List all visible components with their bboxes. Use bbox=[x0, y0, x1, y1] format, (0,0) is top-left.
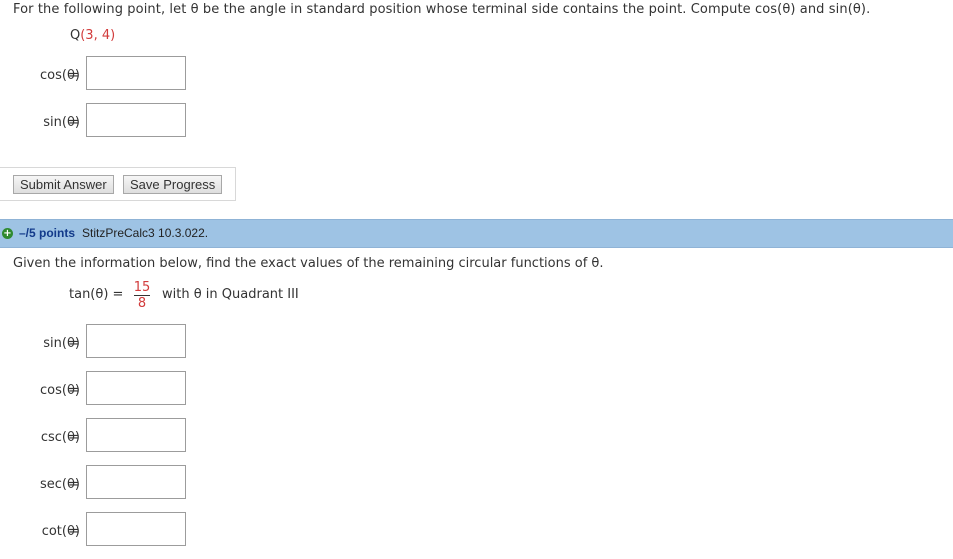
plus-circle-icon[interactable]: + bbox=[2, 228, 13, 239]
tan-expression: tan(θ) = bbox=[69, 287, 123, 302]
point-coordinates: (3, 4) bbox=[80, 28, 116, 43]
save-progress-button[interactable]: Save Progress bbox=[123, 175, 223, 194]
equals-sign: = bbox=[68, 68, 79, 83]
equals-sign: = bbox=[68, 336, 79, 351]
sin-answer-input[interactable] bbox=[86, 324, 186, 358]
question-prompt: Given the information below, find the ex… bbox=[13, 256, 604, 271]
fraction-denominator: 8 bbox=[137, 296, 147, 311]
cot-answer-input[interactable] bbox=[86, 512, 186, 546]
equals-sign: = bbox=[68, 115, 79, 130]
quadrant-text: with θ in Quadrant III bbox=[162, 287, 299, 302]
cos-answer-input[interactable] bbox=[86, 56, 186, 90]
equals-sign: = bbox=[68, 477, 79, 492]
sin-answer-input[interactable] bbox=[86, 103, 186, 137]
tan-fraction: 15 8 bbox=[133, 280, 151, 311]
fraction-numerator: 15 bbox=[133, 280, 151, 295]
equals-sign: = bbox=[68, 383, 79, 398]
csc-answer-input[interactable] bbox=[86, 418, 186, 452]
equals-sign: = bbox=[112, 287, 124, 302]
question-reference: StitzPreCalc3 10.3.022. bbox=[82, 226, 209, 240]
cos-answer-input[interactable] bbox=[86, 371, 186, 405]
question-header-bar: + –/5 points StitzPreCalc3 10.3.022. bbox=[0, 219, 953, 248]
point-letter: Q bbox=[70, 28, 81, 43]
equals-sign: = bbox=[68, 430, 79, 445]
question-prompt: For the following point, let θ be the an… bbox=[13, 2, 871, 17]
points-link[interactable]: –/5 points bbox=[19, 226, 75, 240]
submit-answer-button[interactable]: Submit Answer bbox=[13, 175, 114, 194]
equals-sign: = bbox=[68, 524, 79, 539]
point-label: Q(3, 4) bbox=[70, 28, 115, 43]
tan-label: tan(θ) bbox=[69, 287, 109, 302]
sec-answer-input[interactable] bbox=[86, 465, 186, 499]
